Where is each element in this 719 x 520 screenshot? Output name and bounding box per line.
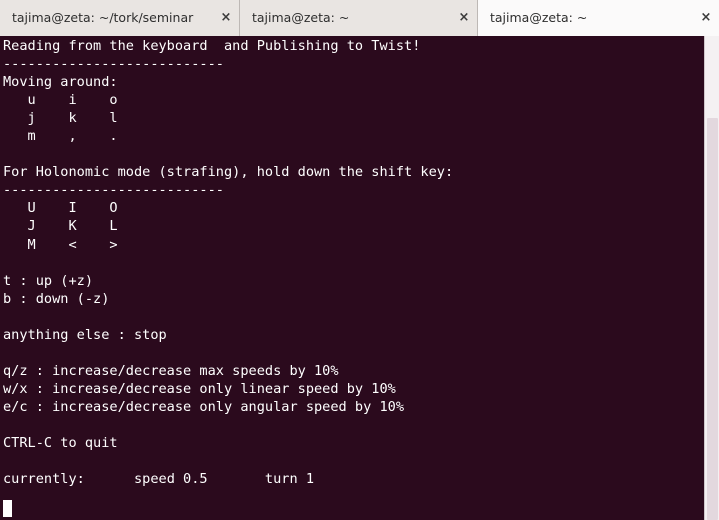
terminal-window: tajima@zeta: ~/tork/seminar × tajima@zet…: [0, 0, 719, 520]
tab-title: tajima@zeta: ~: [252, 10, 350, 25]
tab-title: tajima@zeta: ~/tork/seminar: [12, 10, 194, 25]
terminal-output-area[interactable]: Reading from the keyboard and Publishing…: [0, 36, 719, 520]
scrollbar-thumb[interactable]: [707, 118, 718, 520]
vertical-scrollbar[interactable]: [704, 36, 719, 520]
tab-home-2-active[interactable]: tajima@zeta: ~ ×: [478, 0, 719, 36]
tab-home-1[interactable]: tajima@zeta: ~ ×: [240, 0, 478, 36]
tab-title: tajima@zeta: ~: [490, 10, 588, 25]
tab-seminar[interactable]: tajima@zeta: ~/tork/seminar ×: [0, 0, 240, 36]
terminal-text: Reading from the keyboard and Publishing…: [3, 38, 454, 488]
tab-bar: tajima@zeta: ~/tork/seminar × tajima@zet…: [0, 0, 719, 36]
terminal-cursor: [3, 500, 12, 517]
tab-close-icon[interactable]: ×: [213, 0, 239, 36]
tab-close-icon[interactable]: ×: [451, 0, 477, 36]
tab-close-icon[interactable]: ×: [693, 0, 719, 36]
